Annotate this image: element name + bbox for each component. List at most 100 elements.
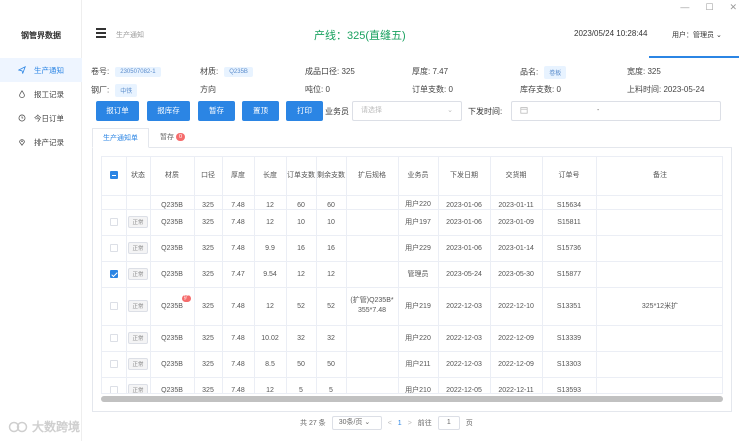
status-badge: 正常: [128, 358, 148, 370]
page-number-current[interactable]: 1: [398, 420, 402, 427]
expand-badge: 扩: [181, 294, 191, 302]
select-all-checkbox[interactable]: [102, 157, 127, 196]
issue-date-range-picker[interactable]: -: [511, 101, 721, 121]
sidebar: 钢管界数据 生产通知 报工记录 今日订单 排产记录: [0, 0, 82, 441]
status-badge: 正常: [128, 300, 148, 312]
maximize-icon[interactable]: ☐: [705, 2, 713, 13]
hold-count-badge: 0: [176, 133, 186, 142]
info-thickness: 厚度: 7.47: [412, 67, 449, 76]
table-row[interactable]: 正常 Q235B 325 7.48 9.9 16 16 用户229 2023-0…: [102, 235, 722, 262]
row-checkbox[interactable]: [109, 244, 118, 252]
table-row[interactable]: 正常 Q235B 325 7.47 9.54 12 12 管理员 2023-05…: [102, 261, 722, 288]
paper-plane-icon: [18, 66, 26, 74]
calendar-icon: [520, 107, 528, 114]
window-controls: — ☐ ✕: [680, 2, 737, 13]
col-order-no: 订单号: [542, 157, 597, 196]
row-checkbox[interactable]: [109, 360, 118, 368]
table-header-row: 状态 材质 口径 厚度 长度 订单支数 剩余支数 扩后规格 业务员 下发日期 交…: [102, 157, 722, 196]
sidebar-nav: 生产通知 报工记录 今日订单 排产记录: [0, 58, 82, 154]
col-length: 长度: [254, 157, 287, 196]
pin-top-button[interactable]: 置顶: [242, 101, 279, 121]
status-badge: 正常: [128, 216, 148, 228]
material-with-badge: Q235B 扩: [161, 294, 191, 310]
sidebar-item-work-report[interactable]: 报工记录: [0, 82, 82, 106]
col-material: 材质: [150, 157, 195, 196]
info-stock-count: 库存支数: 0: [520, 85, 561, 94]
info-steel-mill: 钢厂: 中铁: [91, 84, 138, 97]
sidebar-item-label: 排产记录: [34, 137, 64, 147]
breadcrumb: 生产通知: [116, 32, 144, 39]
table-row[interactable]: 正常 Q235B 扩 325 7.48 12 52 52 (扩管)Q235B*35…: [102, 287, 722, 326]
info-online-time: 上料时间: 2023-05-24: [627, 85, 705, 94]
menu-toggle-icon[interactable]: [96, 28, 106, 40]
info-direction: 方向: [200, 85, 216, 94]
salesman-select[interactable]: 请选择 ⌄: [352, 101, 462, 121]
col-note: 备注: [596, 157, 722, 196]
table-row[interactable]: 正常 Q235B 325 7.48 12 10 10 用户197 2023-01…: [102, 209, 722, 236]
issue-time-label: 下发时间:: [468, 107, 503, 116]
row-checkbox[interactable]: [109, 386, 118, 393]
sidebar-item-today-orders[interactable]: 今日订单: [0, 106, 82, 130]
hold-button[interactable]: 暂存: [198, 101, 235, 121]
date-range-separator: -: [597, 107, 600, 114]
row-checkbox[interactable]: [109, 218, 118, 226]
col-remaining-qty: 剩余支数: [316, 157, 347, 196]
info-roll-no: 卷号: 230507082-1: [91, 66, 161, 77]
info-order-count: 订单支数: 0: [412, 85, 453, 94]
col-diameter: 口径: [194, 157, 223, 196]
tab-hold[interactable]: 暂存 0: [150, 128, 195, 148]
header-underline: [649, 56, 739, 58]
info-tonnage: 吨位: 0: [305, 85, 330, 94]
row-checkbox[interactable]: [109, 270, 118, 278]
table-row[interactable]: 正常 Q235B 325 7.48 8.5 50 50 用户211 2022-1…: [102, 351, 722, 378]
close-icon[interactable]: ✕: [729, 2, 737, 13]
col-order-qty: 订单支数: [286, 157, 317, 196]
row-checkbox[interactable]: [109, 334, 118, 342]
user-menu[interactable]: 用户：管理员 ⌄: [672, 30, 722, 40]
header: 生产通知 产线：325(直缝五) 2023/05/24 10:28:44 用户：…: [82, 20, 745, 58]
sidebar-item-schedule-records[interactable]: 排产记录: [0, 130, 82, 154]
watermark-text: 大数跨境: [32, 420, 81, 434]
sidebar-item-label: 生产通知: [34, 65, 64, 75]
col-status: 状态: [126, 157, 151, 196]
info-material: 材质: Q235B: [200, 66, 253, 77]
chevron-down-icon: ⌄: [715, 32, 722, 39]
orders-table: 状态 材质 口径 厚度 长度 订单支数 剩余支数 扩后规格 业务员 下发日期 交…: [101, 156, 723, 394]
status-badge: 正常: [128, 268, 148, 280]
col-issue-date: 下发日期: [438, 157, 491, 196]
next-page-button[interactable]: >: [408, 420, 412, 427]
horizontal-scrollbar[interactable]: [101, 396, 723, 402]
salesman-label: 业务员: [325, 107, 349, 116]
report-stock-button[interactable]: 报库存: [147, 101, 190, 121]
sidebar-item-production-notice[interactable]: 生产通知: [0, 58, 82, 82]
report-order-button[interactable]: 报订单: [96, 101, 139, 121]
status-badge: 正常: [128, 384, 148, 393]
table-row[interactable]: 正常 Q235B 325 7.48 10.02 32 32 用户220 2022…: [102, 325, 722, 352]
table-row-partial[interactable]: Q235B 325 7.48 12 60 60 用户220 2023-01-06…: [102, 195, 722, 210]
prev-page-button[interactable]: <: [388, 420, 392, 427]
status-badge: 正常: [128, 242, 148, 254]
print-button[interactable]: 打印: [286, 101, 323, 121]
tab-production-notice[interactable]: 生产通知单: [92, 128, 149, 148]
drop-icon: [19, 90, 25, 98]
scrollbar-thumb[interactable]: [101, 396, 723, 402]
row-checkbox[interactable]: [109, 302, 118, 310]
production-line-title: 产线：325(直缝五): [314, 30, 406, 42]
status-badge: 正常: [128, 332, 148, 344]
material-value: Q235B: [224, 66, 253, 77]
minimize-icon[interactable]: —: [680, 2, 689, 13]
steel-mill-value: 中铁: [115, 84, 138, 97]
table-panel: 状态 材质 口径 厚度 长度 订单支数 剩余支数 扩后规格 业务员 下发日期 交…: [92, 148, 732, 412]
current-datetime: 2023/05/24 10:28:44: [574, 29, 648, 38]
chevron-down-icon: ⌄: [447, 107, 453, 114]
col-thickness: 厚度: [222, 157, 255, 196]
watermark: 大数跨境: [8, 418, 80, 435]
watermark-logo-icon: [8, 421, 28, 432]
goto-page-input[interactable]: 1: [437, 416, 460, 430]
page-size-select[interactable]: 30条/页 ⌄: [331, 416, 382, 430]
location-icon: [19, 139, 25, 146]
tab-bar: 生产通知单 暂存 0: [92, 128, 732, 148]
pagination: 共 27 条 30条/页 ⌄ < 1 > 前往 1 页: [300, 415, 473, 431]
product-name-value: 卷板: [544, 66, 567, 79]
table-row[interactable]: 正常 Q235B 325 7.48 12 5 5 用户210 2022-12-0…: [102, 377, 722, 393]
